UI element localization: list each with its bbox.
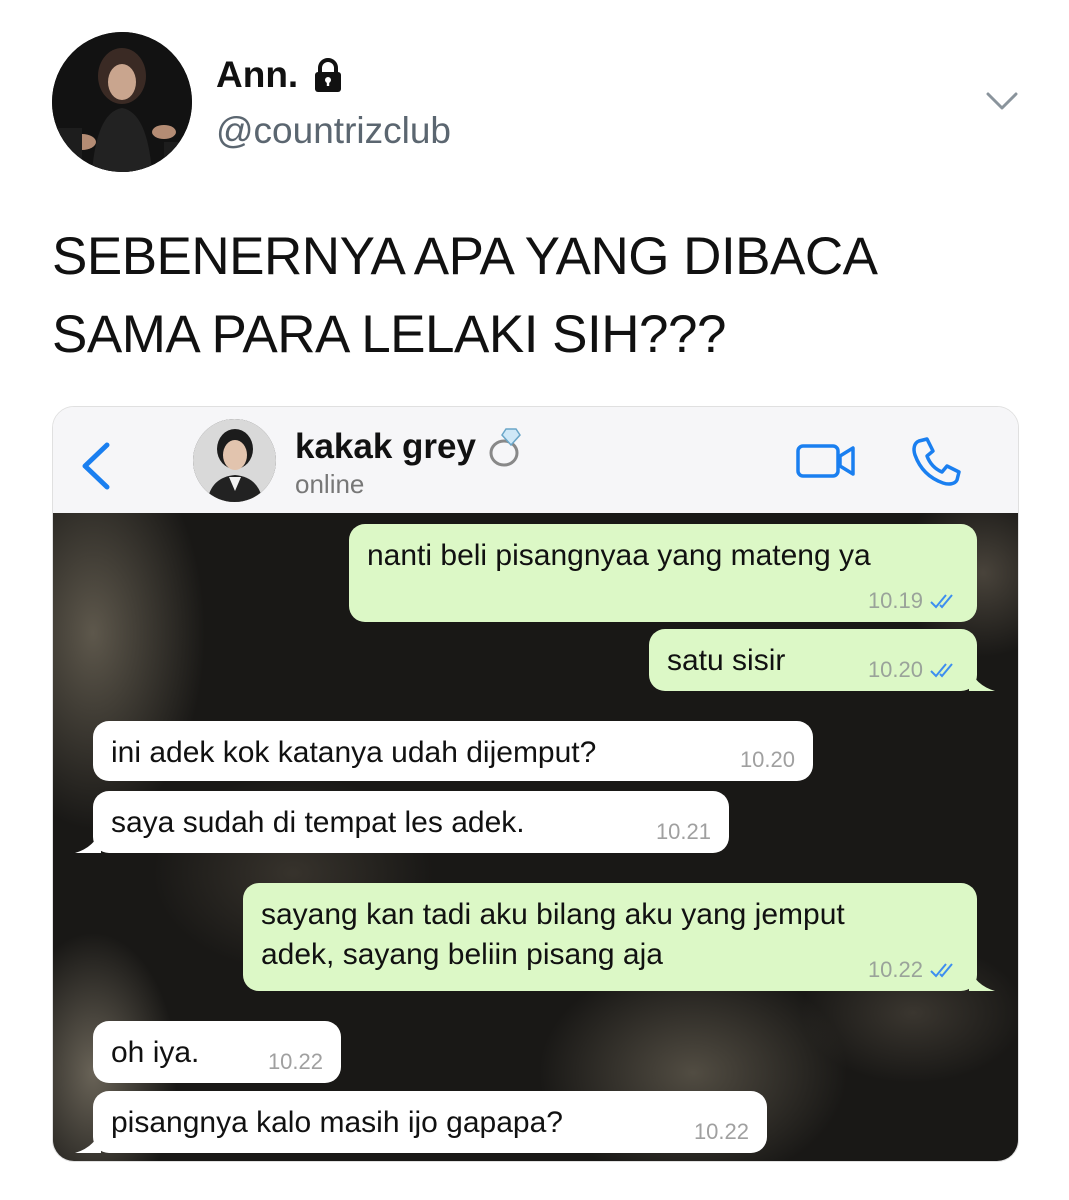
message-meta: 10.22 xyxy=(694,1119,749,1145)
chat-header: kakak grey online xyxy=(53,407,1018,514)
chevron-down-icon[interactable] xyxy=(984,88,1020,114)
tweet-text-line: SAMA PARA LELAKI SIH??? xyxy=(52,305,726,364)
back-arrow-icon[interactable] xyxy=(79,441,113,491)
message-time: 10.20 xyxy=(739,747,795,772)
message-text: adek, sayang beliin pisang aja xyxy=(261,938,663,971)
message-text: saya sudah di tempat les adek. xyxy=(111,806,525,839)
read-ticks-icon xyxy=(930,594,953,609)
message-bubble-received[interactable]: oh iya. 10.22 xyxy=(93,1021,341,1083)
message-bubble-received[interactable]: saya sudah di tempat les adek. 10.21 xyxy=(75,791,729,853)
bubble-tail xyxy=(75,829,101,853)
read-ticks-icon xyxy=(930,963,953,978)
bubble-tail xyxy=(969,967,995,991)
contact-name[interactable]: kakak grey xyxy=(295,425,528,469)
message-meta: 10.19 xyxy=(868,588,959,614)
ring-icon xyxy=(489,428,521,467)
message-text: nanti beli pisangnyaa yang mateng ya xyxy=(367,539,871,572)
message-meta: 10.21 xyxy=(656,819,711,845)
message-text: ini adek kok katanya udah dijemput? xyxy=(111,736,597,769)
message-meta: 10.20 xyxy=(740,747,795,773)
message-bubble-sent[interactable]: sayang kan tadi aku bilang aku yang jemp… xyxy=(243,883,995,991)
message-time: 10.22 xyxy=(267,1049,323,1074)
tweet-text: SEBENERNYA APA YANG DIBACA SAMA PARA LEL… xyxy=(52,218,1012,374)
phone-icon[interactable] xyxy=(909,435,963,489)
bubble-tail xyxy=(969,667,995,691)
read-ticks-icon xyxy=(930,663,953,678)
contact-status: online xyxy=(295,469,365,499)
tweet-text-line: SEBENERNYA APA YANG DIBACA xyxy=(52,227,878,286)
message-time: 10.19 xyxy=(867,588,923,613)
message-meta: 10.22 xyxy=(268,1049,323,1075)
user-name-text: Ann. xyxy=(216,54,299,95)
message-time: 10.20 xyxy=(867,657,923,682)
message-meta: 10.22 xyxy=(868,957,959,983)
profile-avatar[interactable] xyxy=(52,32,192,172)
message-bubble-sent[interactable]: nanti beli pisangnyaa yang mateng ya 10.… xyxy=(349,524,977,622)
chat-screenshot[interactable]: kakak grey online nanti beli pisangnyaa … xyxy=(52,406,1019,1162)
message-bubble-sent[interactable]: satu sisir 10.20 xyxy=(649,629,995,691)
bubble-tail xyxy=(75,1129,101,1153)
message-text: sayang kan tadi aku bilang aku yang jemp… xyxy=(261,898,845,931)
chat-background: nanti beli pisangnyaa yang mateng ya 10.… xyxy=(53,513,1018,1161)
message-bubble-received[interactable]: pisangnya kalo masih ijo gapapa? 10.22 xyxy=(75,1091,767,1153)
lock-icon xyxy=(315,58,342,92)
user-handle[interactable]: @countrizclub xyxy=(216,110,451,152)
message-time: 10.21 xyxy=(655,819,711,844)
contact-avatar[interactable] xyxy=(193,419,276,502)
message-time: 10.22 xyxy=(693,1119,749,1144)
contact-name-text: kakak grey xyxy=(295,427,476,466)
message-time: 10.22 xyxy=(867,957,923,982)
user-name[interactable]: Ann. xyxy=(216,54,348,96)
video-call-icon[interactable] xyxy=(795,441,857,481)
message-meta: 10.20 xyxy=(868,657,959,683)
message-bubble-received[interactable]: ini adek kok katanya udah dijemput? 10.2… xyxy=(93,721,813,781)
message-text: pisangnya kalo masih ijo gapapa? xyxy=(111,1106,563,1139)
